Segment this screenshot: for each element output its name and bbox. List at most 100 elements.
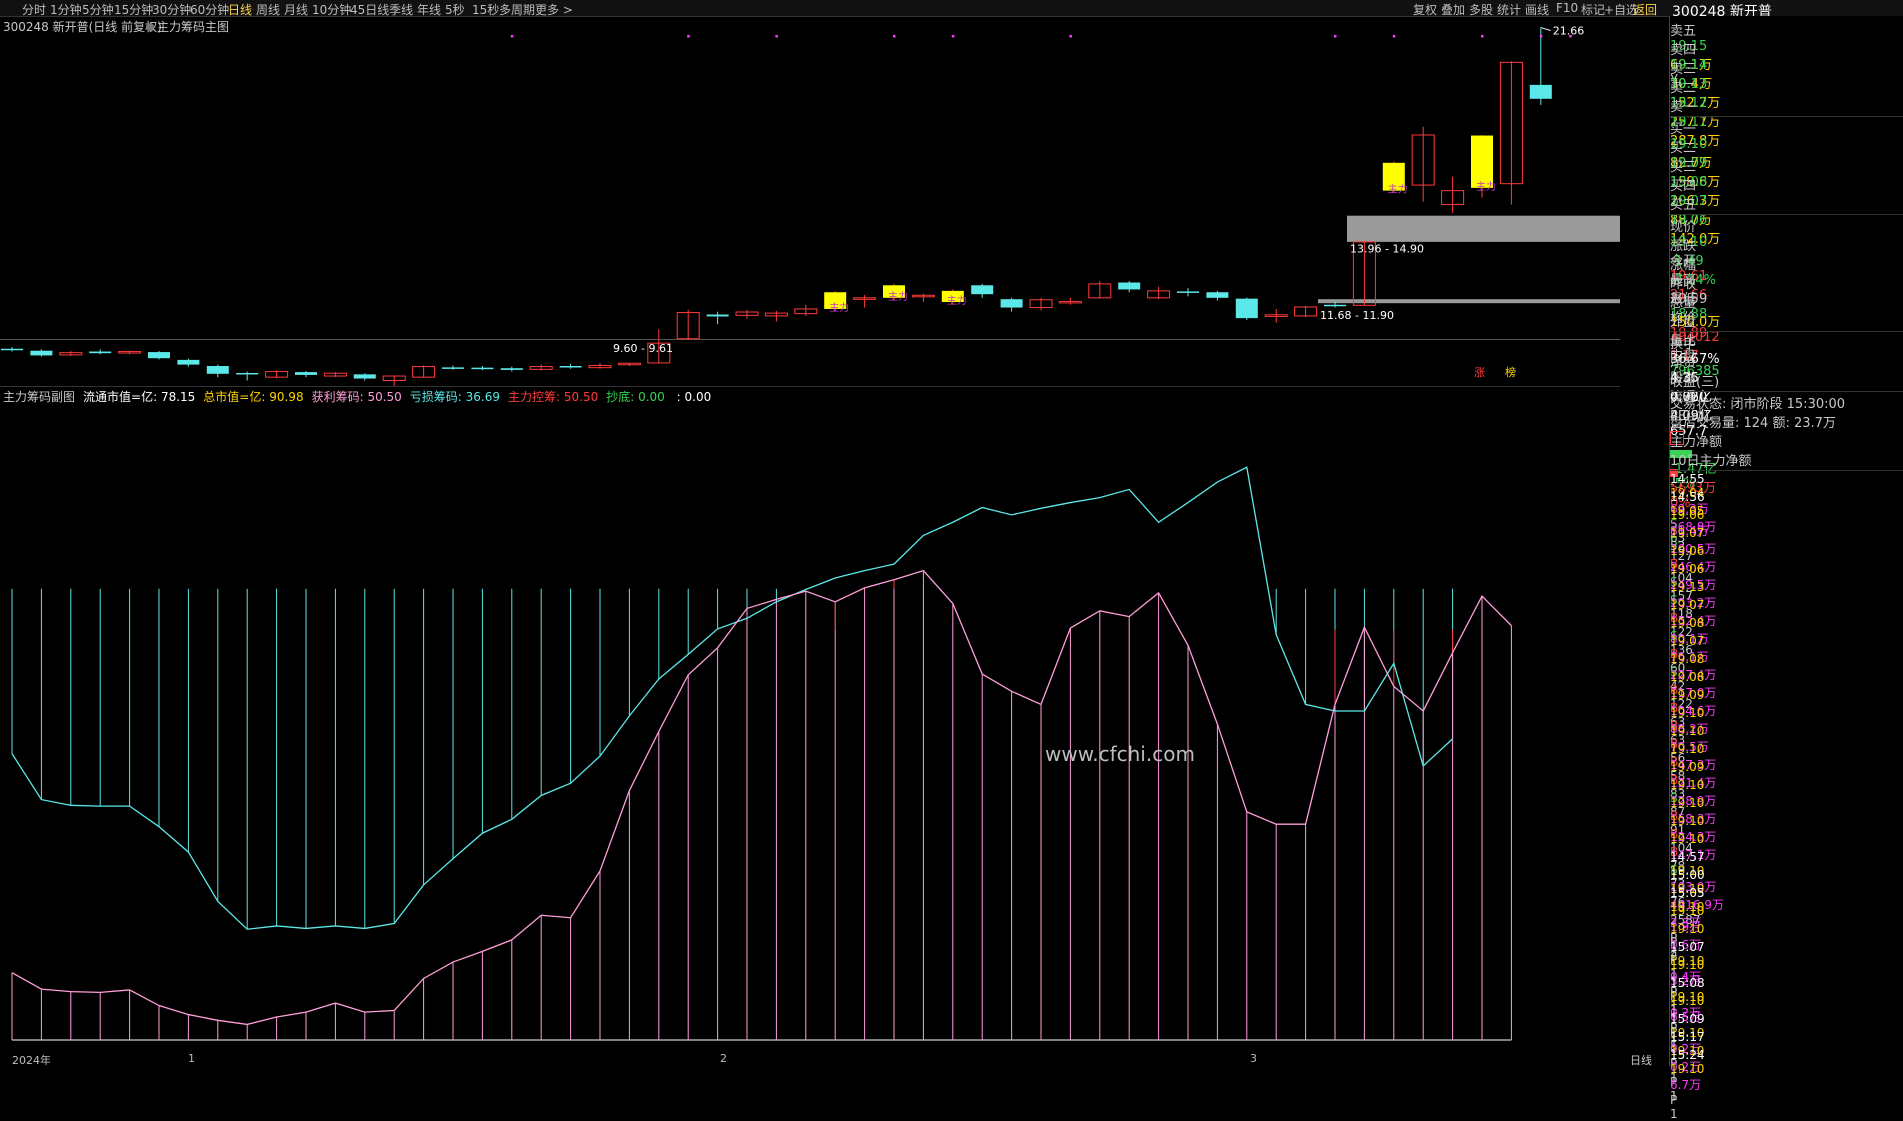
quote-panel: 卖五 19.15 69.1万 ¥ 卖四 19.14 30.4万 卖三 19.13 152.7万 卖二… — [1669, 16, 1903, 1121]
fund-row-1: 净资 4.35 流通 4.09亿 — [1670, 352, 1903, 424]
after-hours: 盘后交易量: 124 额: 23.7万 — [1670, 416, 1836, 431]
trade-status: 交易状态: 闭市阶段 15:30:00 — [1670, 397, 1846, 412]
candle-body — [1471, 135, 1493, 188]
tick-price: 19.09 — [1670, 760, 1705, 774]
stat-label: 总量 — [1670, 296, 1697, 311]
sub-param-value: : 0.00 — [672, 390, 712, 404]
sub-param-value: 36.69 — [461, 390, 501, 404]
candle-body — [1118, 282, 1141, 290]
tick-row-14: 19.10 70.5万 B 58 — [1670, 724, 1903, 783]
zhuli-tag: 主力 — [829, 301, 849, 314]
zhuli-tag: 主力 — [1388, 183, 1408, 196]
sub-indicator-name[interactable]: 主力筹码副图 — [3, 390, 75, 404]
net-main10-row: 10日主力净额 5693万 0% — [1670, 450, 1903, 511]
tick-time: 15:09 — [1670, 1012, 1705, 1026]
tool-button-5[interactable]: F10 — [1556, 1, 1578, 15]
candle-body — [559, 366, 582, 368]
chart-title: 300248 新开普(日线 前复权) — [3, 20, 162, 34]
date-tick-3: 3 — [1250, 1052, 1257, 1065]
tick-row-9: 19.07 76.1万 S 42 — [1670, 634, 1903, 693]
candle-body — [1, 348, 23, 351]
tick-time: 15:07 — [1670, 940, 1705, 954]
book-separator — [1670, 116, 1903, 117]
date-tick-1: 1 — [188, 1052, 195, 1065]
candle-body — [500, 368, 523, 370]
sub-param-value: 90.98 — [265, 390, 304, 404]
tick-price: 19.07 — [1670, 526, 1705, 540]
candle-body — [177, 359, 200, 365]
tick-price: 19.06 — [1670, 508, 1705, 522]
fund-label: 收益(三) — [1670, 375, 1720, 390]
stat-row-3: 昨收 20.59 均价 19.89 — [1670, 273, 1903, 341]
candlestick-chart[interactable]: 21.0020.0019.0018.0017.0016.0015.0014.00… — [0, 16, 1664, 400]
tick-row-17: 19.10 128.9万 B 91 — [1670, 778, 1903, 837]
tick-row-2: 19.06 81.4万 52 — [1670, 508, 1903, 553]
tick-row-27: 19.10 3.2万 P 1 — [1670, 958, 1903, 1017]
zone-top-label: 13.96 - 14.90 — [1350, 243, 1424, 256]
main-indicator-name[interactable]: 主力筹码主图 — [146, 18, 229, 35]
high-label: 21.66 — [1553, 25, 1585, 38]
fund-row-0: 换手 36.67% 股本 4.76亿 — [1670, 333, 1903, 405]
tick-price: 19.08 — [1670, 652, 1705, 666]
row-label: 买五 — [1670, 198, 1697, 213]
fund-separator — [1670, 331, 1903, 332]
tool-button-8[interactable]: 返回 — [1633, 1, 1657, 18]
sub-param-label: 抄底: — [606, 390, 635, 404]
tick-price: 19.10 — [1670, 706, 1705, 720]
tick-row-25: 19.10 0.6万 P 1 — [1670, 922, 1903, 981]
sub-param-4: 主力控筹: 50.50 — [508, 390, 598, 404]
row-label: 卖二 — [1670, 81, 1697, 96]
tick-row-0: 14:55 19.04 69.3万 S 63 — [1670, 472, 1903, 545]
candle-body — [1206, 292, 1229, 298]
tick-row-31: 15:17 19.10 0.2万 P 1 — [1670, 1030, 1903, 1103]
tick-time: 14:56 — [1670, 490, 1705, 504]
chip-distribution-chart[interactable]: 75.0070.0065.0060.0055.0050.0045.0040.00… — [0, 386, 1664, 1052]
tick-row-21: 14:57 19.10 103.0万 76 — [1670, 850, 1903, 909]
signal-dot — [1069, 35, 1072, 38]
tick-price: 19.06 — [1670, 562, 1705, 576]
tick-price: 19.10 — [1670, 958, 1705, 972]
stat-row-0: 现价 19.10 今开 19.61 — [1670, 216, 1903, 284]
tick-volume: 6.7万 — [1670, 1078, 1702, 1092]
sub-param-label: 亏损筹码: — [409, 390, 462, 404]
sub-param-label: 流通市值=亿: — [83, 390, 158, 404]
bid-row-0: 买一 19.10 82.7万 — [1670, 118, 1903, 171]
candle-body — [1000, 299, 1023, 308]
profit-chip-line — [11, 569, 1512, 1026]
tick-price: 19.06 — [1670, 544, 1705, 558]
stat-row-1: 涨跌 -1.49 最高 21.66 — [1670, 235, 1903, 303]
tick-row-19: 19.10 124.3万 B 78 — [1670, 814, 1903, 873]
row-label: 卖四 — [1670, 43, 1697, 58]
tick-row-6: 19.13 203.2万 B 122 — [1670, 580, 1903, 639]
tick-price: 19.10 — [1670, 994, 1705, 1008]
sub-indicator-header: 主力筹码副图 流通市值=亿: 78.15 总市值=亿: 90.98 获利筹码: 50.… — [3, 388, 711, 405]
tick-price: 19.13 — [1670, 580, 1705, 594]
tick-time: 15:08 — [1670, 976, 1705, 990]
sub-param-3: 亏损筹码: 36.69 — [410, 390, 500, 404]
candle-body — [471, 367, 494, 370]
sub-param-5: 抄底: 0.00 — [606, 390, 665, 404]
fund-label: 换手 — [1670, 337, 1697, 352]
candle-body — [206, 366, 229, 374]
tick-price: 19.10 — [1670, 724, 1705, 738]
trade-status-row: 交易状态: 闭市阶段 15:30:00 — [1670, 393, 1903, 412]
tick-price: 19.07 — [1670, 598, 1705, 612]
tick-row-24: 19.10 1.9万 P 2 — [1670, 904, 1903, 963]
after-hours-row: 盘后交易量: 124 额: 23.7万 — [1670, 412, 1903, 445]
bid-row-4: 买五 19.06 142.0万 — [1670, 194, 1903, 247]
candle-body — [1529, 84, 1552, 99]
main-chart[interactable]: 300248 新开普(日线 前复权) 主力筹码主图 21.0020.0019.0… — [0, 16, 1664, 400]
sub-chart[interactable]: 主力筹码副图 流通市值=亿: 78.15 总市值=亿: 90.98 获利筹码: 50.… — [0, 386, 1664, 1052]
row-label: 卖三 — [1670, 62, 1697, 77]
row-label: 买一 — [1670, 122, 1697, 137]
sub-param-label: 获利筹码: — [311, 390, 364, 404]
net-main10-label: 10日主力净额 — [1670, 454, 1752, 469]
tick-price: 19.10 — [1670, 922, 1705, 936]
tick-row-4: 19.06 246.4万 S 157 — [1670, 544, 1903, 603]
stat-row-2: 涨幅 -7.24% 最低 18.88 — [1670, 254, 1903, 322]
tick-time: 15:05 — [1670, 886, 1705, 900]
chip-zone-lower — [1318, 299, 1620, 304]
row-label: 买二 — [1670, 141, 1697, 156]
sub-param-value: 78.15 — [157, 390, 196, 404]
candle-body — [236, 372, 259, 375]
